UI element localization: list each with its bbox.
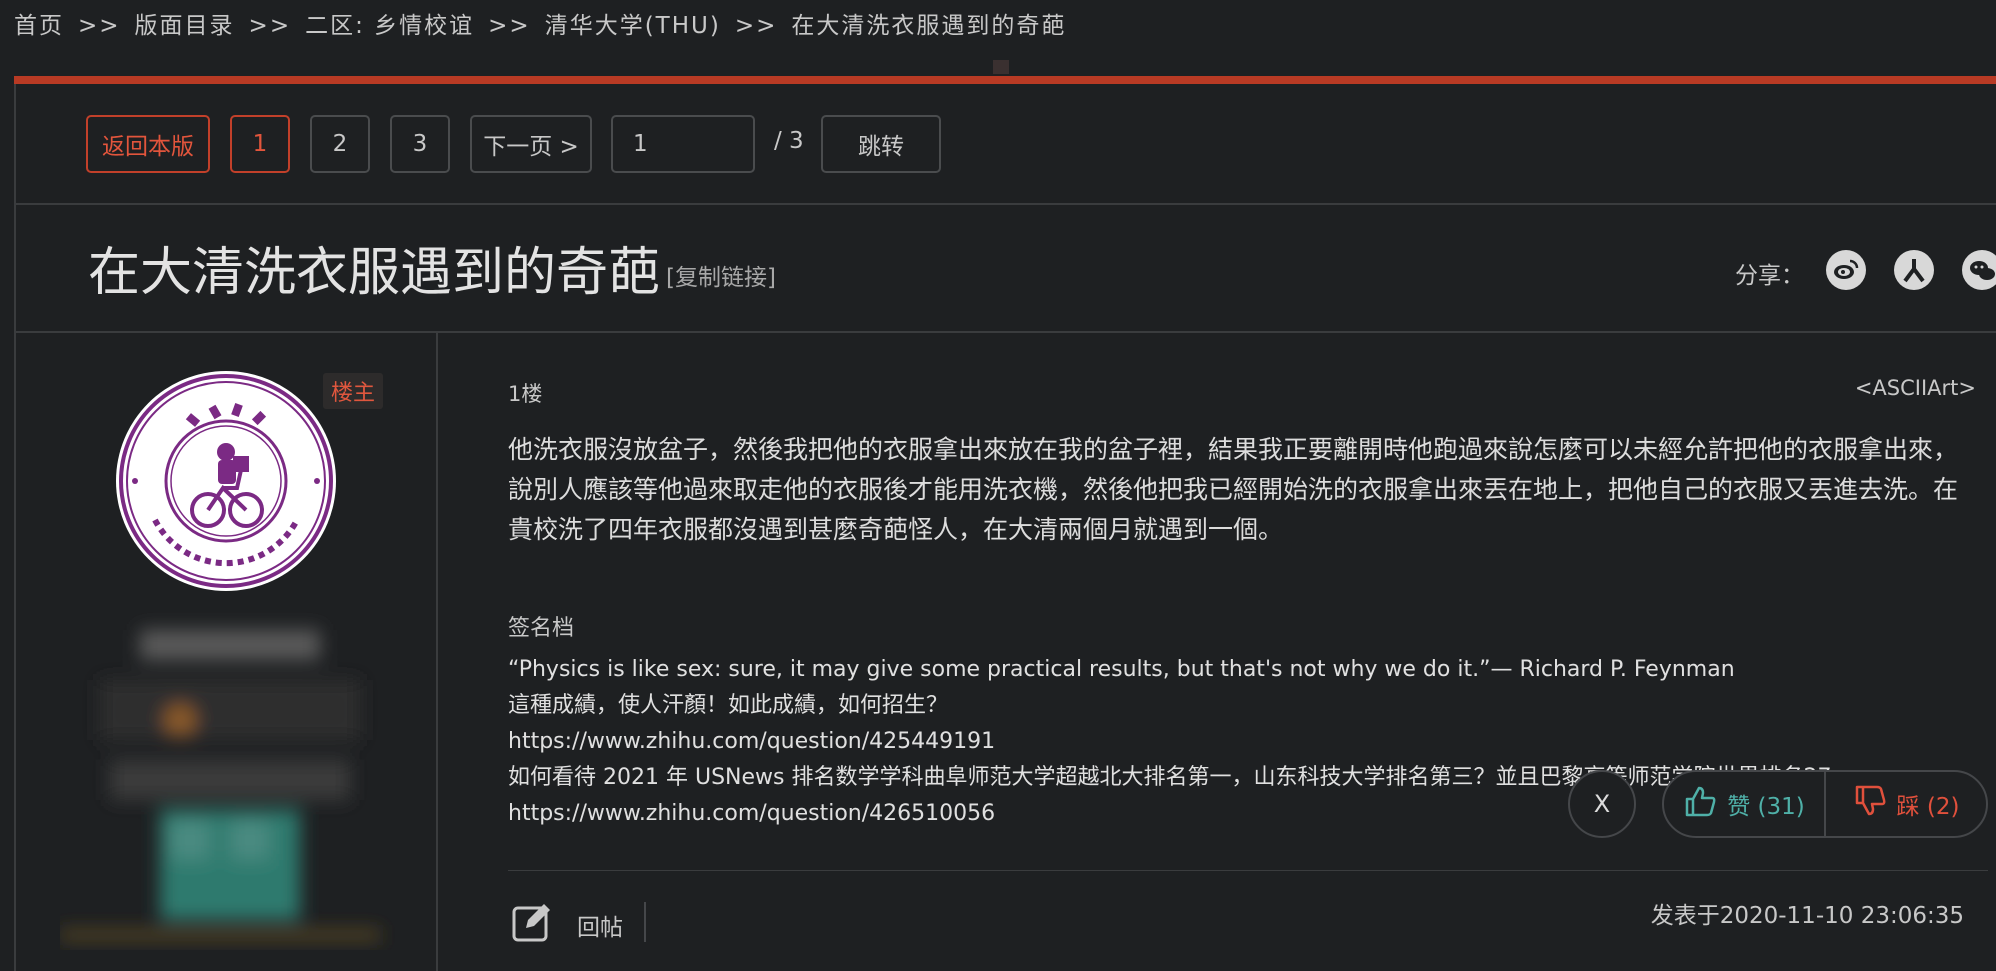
page-number-input[interactable]: 1 (611, 115, 755, 173)
pager-divider (14, 203, 1996, 205)
page-3-button[interactable]: 3 (390, 115, 450, 173)
next-page-button[interactable]: 下一页 > (470, 115, 592, 173)
breadcrumb-board-link[interactable]: 清华大学(THU) (545, 13, 721, 39)
edit-reply-icon[interactable] (510, 900, 554, 944)
share-label: 分享： (1735, 263, 1804, 289)
renren-icon[interactable] (1894, 250, 1934, 290)
breadcrumb-separator: >> (734, 13, 778, 39)
post-author-name[interactable]: <ASCIIArt> (1855, 376, 1976, 400)
vote-panel: 赞 (31) 踩 (2) (1662, 770, 1988, 838)
breadcrumb-separator: >> (78, 13, 121, 39)
thumbs-down-icon (1853, 784, 1887, 824)
signature-line: 這種成績，使人汗顏！如此成績，如何招生？ (508, 693, 949, 718)
jump-button[interactable]: 跳转 (821, 115, 941, 173)
post-timestamp: 发表于2020-11-10 23:06:35 (1650, 903, 1964, 929)
dislike-count-label: 踩 (2) (1896, 794, 1960, 820)
reply-divider (644, 902, 646, 942)
floor-number: 1楼 (508, 382, 543, 406)
page-2-button[interactable]: 2 (310, 115, 370, 173)
header-marker (993, 60, 1009, 74)
breadcrumb: 首页 >> 版面目录 >> 二区: 乡情校谊 >> 清华大学(THU) >> 在大清洗衣服遇到的… (14, 6, 1066, 40)
dislike-button[interactable]: 踩 (2) (1826, 772, 1986, 836)
like-button[interactable]: 赞 (31) (1664, 772, 1826, 836)
like-count-label: 赞 (31) (1727, 794, 1805, 820)
wechat-icon[interactable] (1962, 250, 1996, 290)
title-divider (14, 331, 1996, 333)
breadcrumb-current-thread: 在大清洗衣服遇到的奇葩 (791, 13, 1067, 39)
signature-link[interactable]: https://www.zhihu.com/question/425449191 (508, 724, 1938, 760)
breadcrumb-board-directory-link[interactable]: 版面目录 (135, 13, 235, 39)
page-1-button[interactable]: 1 (230, 115, 290, 173)
breadcrumb-separator: >> (248, 13, 292, 39)
blurred-user-info (60, 610, 400, 950)
thread-title: 在大清洗衣服遇到的奇葩 (88, 243, 661, 303)
breadcrumb-home-link[interactable]: 首页 (14, 13, 64, 39)
post-footer-divider (508, 870, 1988, 871)
page-total: / 3 (774, 128, 804, 154)
header-accent-rule (14, 76, 1996, 84)
tsinghua-university-logo (115, 370, 337, 592)
close-vote-button[interactable]: X (1568, 770, 1636, 838)
signature-line: “Physics is like sex: sure, it may give … (508, 657, 1735, 682)
signature-label: 签名档 (508, 616, 575, 641)
weibo-icon[interactable] (1826, 250, 1866, 290)
thread-starter-badge: 楼主 (323, 373, 384, 409)
breadcrumb-zone-link[interactable]: 二区: 乡情校谊 (305, 13, 474, 39)
post-content: 他洗衣服沒放盆子，然後我把他的衣服拿出來放在我的盆子裡，結果我正要離開時他跑過來… (508, 435, 1959, 544)
copy-link-button[interactable]: [复制链接] (666, 258, 776, 292)
back-to-board-button[interactable]: 返回本版 (86, 115, 210, 173)
author-column-divider (436, 333, 438, 971)
breadcrumb-separator: >> (488, 13, 531, 39)
thumbs-up-icon (1683, 784, 1717, 824)
reply-button[interactable]: 回帖 (577, 908, 623, 942)
